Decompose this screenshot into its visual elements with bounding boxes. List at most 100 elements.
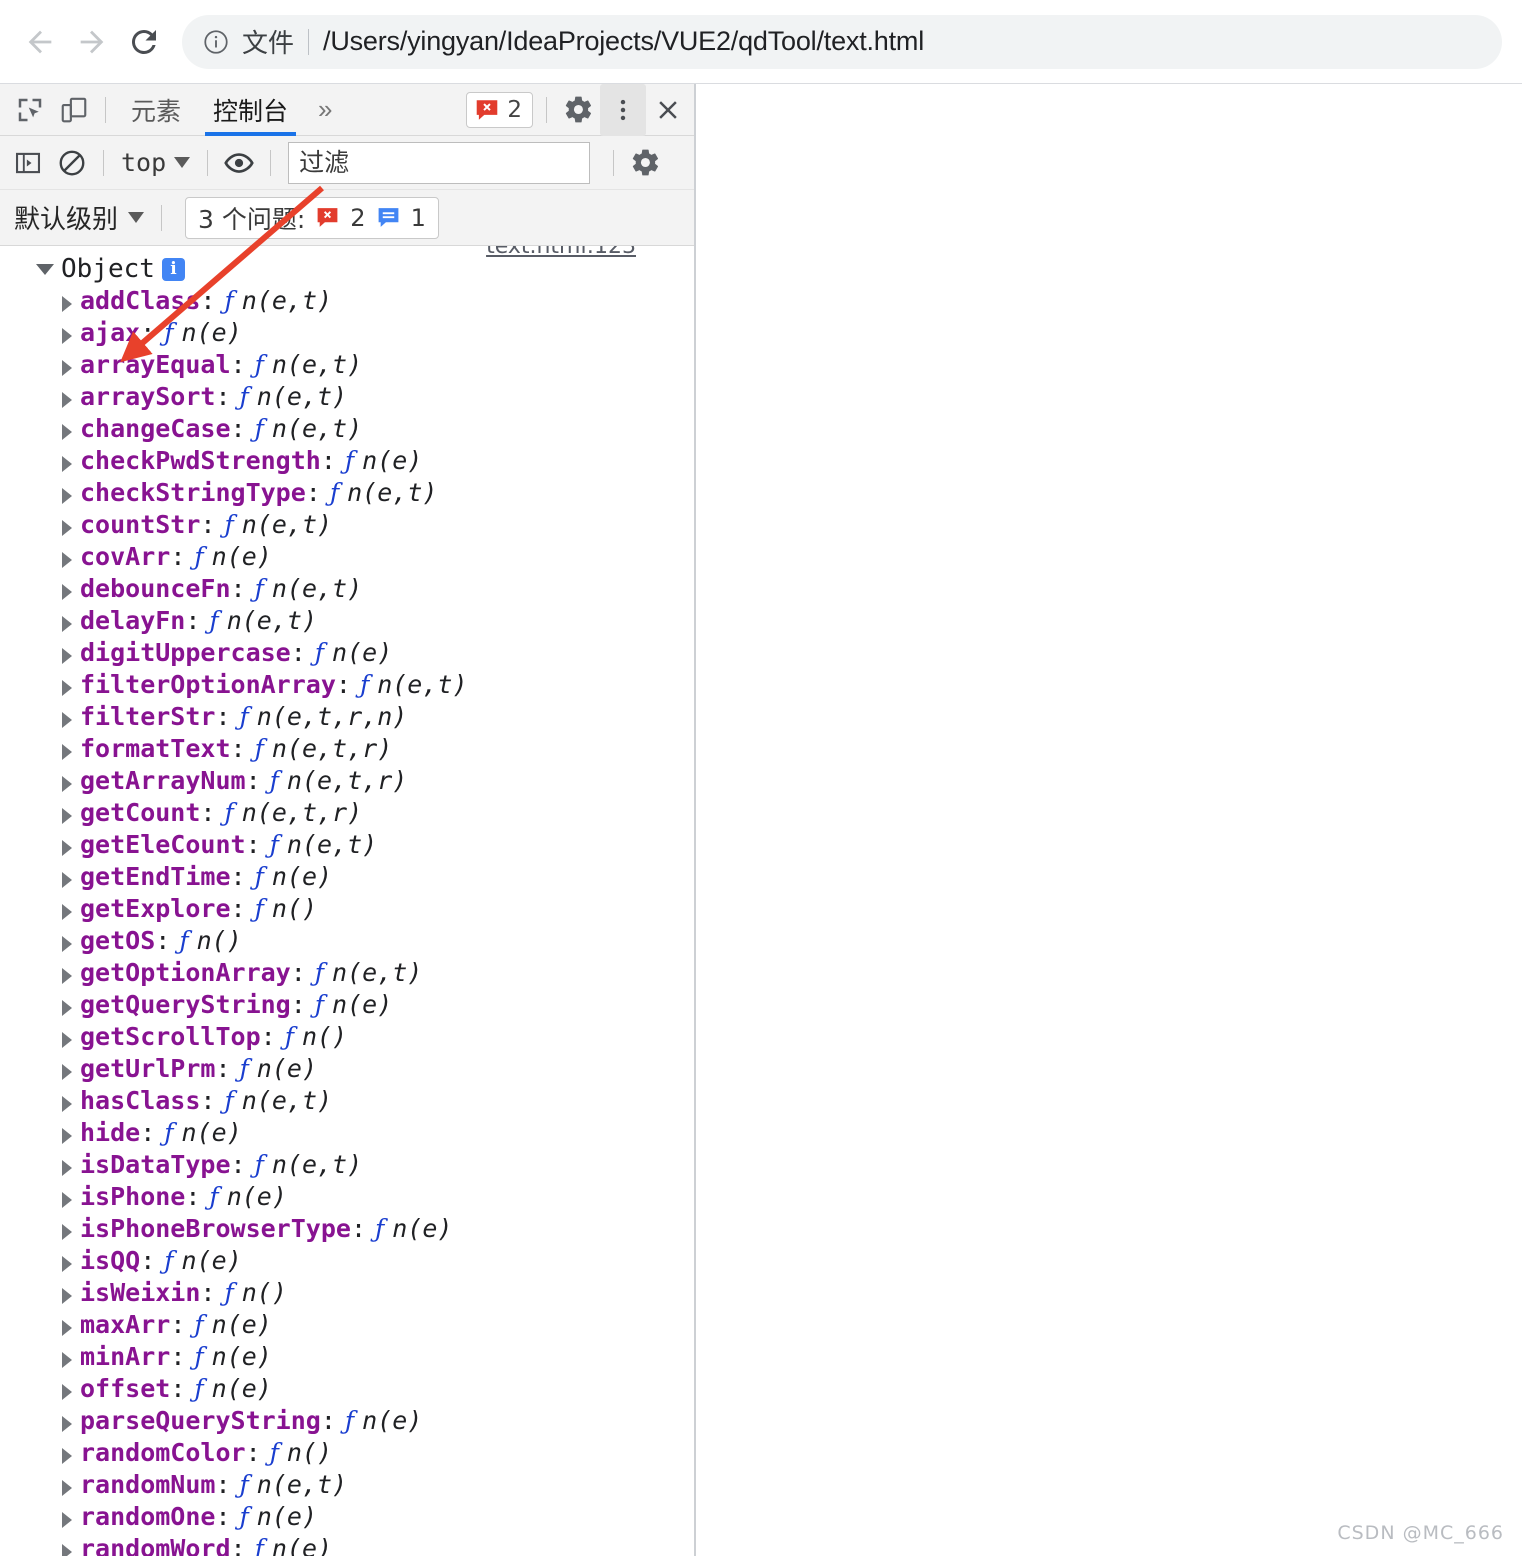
object-property-row[interactable]: formatText: ƒ n(e,t,r) <box>0 734 694 766</box>
object-property-row[interactable]: delayFn: ƒ n(e,t) <box>0 606 694 638</box>
error-count-badge[interactable]: 2 <box>466 91 533 128</box>
object-property-row[interactable]: digitUppercase: ƒ n(e) <box>0 638 694 670</box>
triangle-collapsed-icon[interactable] <box>62 648 72 664</box>
object-property-row[interactable]: getOS: ƒ n() <box>0 926 694 958</box>
tab-console[interactable]: 控制台 <box>197 84 304 136</box>
console-settings-button[interactable] <box>623 141 667 185</box>
triangle-collapsed-icon[interactable] <box>62 1544 72 1556</box>
object-property-row[interactable]: getEleCount: ƒ n(e,t) <box>0 830 694 862</box>
object-property-row[interactable]: arraySort: ƒ n(e,t) <box>0 382 694 414</box>
triangle-collapsed-icon[interactable] <box>62 712 72 728</box>
object-property-row[interactable]: checkStringType: ƒ n(e,t) <box>0 478 694 510</box>
object-property-row[interactable]: getQueryString: ƒ n(e) <box>0 990 694 1022</box>
triangle-collapsed-icon[interactable] <box>62 872 72 888</box>
object-property-row[interactable]: minArr: ƒ n(e) <box>0 1342 694 1374</box>
triangle-collapsed-icon[interactable] <box>62 488 72 504</box>
object-property-row[interactable]: getArrayNum: ƒ n(e,t,r) <box>0 766 694 798</box>
triangle-collapsed-icon[interactable] <box>62 808 72 824</box>
triangle-collapsed-icon[interactable] <box>62 1416 72 1432</box>
triangle-collapsed-icon[interactable] <box>62 1160 72 1176</box>
back-button[interactable] <box>14 16 66 68</box>
triangle-collapsed-icon[interactable] <box>62 328 72 344</box>
triangle-collapsed-icon[interactable] <box>62 1096 72 1112</box>
object-property-row[interactable]: randomNum: ƒ n(e,t) <box>0 1470 694 1502</box>
object-property-row[interactable]: getExplore: ƒ n() <box>0 894 694 926</box>
console-filter-input[interactable] <box>288 141 591 184</box>
object-property-row[interactable]: countStr: ƒ n(e,t) <box>0 510 694 542</box>
info-icon[interactable]: i <box>161 257 185 281</box>
triangle-collapsed-icon[interactable] <box>62 680 72 696</box>
object-property-row[interactable]: getCount: ƒ n(e,t,r) <box>0 798 694 830</box>
triangle-collapsed-icon[interactable] <box>62 1512 72 1528</box>
console-output-area[interactable]: text.html:123 Object i addClass: ƒ n(e,t) a… <box>0 246 694 1556</box>
object-property-row[interactable]: getEndTime: ƒ n(e) <box>0 862 694 894</box>
triangle-collapsed-icon[interactable] <box>62 520 72 536</box>
triangle-collapsed-icon[interactable] <box>62 1032 72 1048</box>
object-property-row[interactable]: parseQueryString: ƒ n(e) <box>0 1406 694 1438</box>
devtools-settings-button[interactable] <box>556 88 600 132</box>
address-bar[interactable]: 文件 /Users/yingyan/IdeaProjects/VUE2/qdTo… <box>182 14 1502 69</box>
object-property-row[interactable]: getOptionArray: ƒ n(e,t) <box>0 958 694 990</box>
object-property-row[interactable]: filterOptionArray: ƒ n(e,t) <box>0 670 694 702</box>
object-property-row[interactable]: randomColor: ƒ n() <box>0 1438 694 1470</box>
execution-context-selector[interactable]: top <box>113 148 198 177</box>
log-level-selector[interactable]: 默认级别 <box>6 199 152 236</box>
triangle-collapsed-icon[interactable] <box>62 1192 72 1208</box>
object-property-row[interactable]: ajax: ƒ n(e) <box>0 318 694 350</box>
object-property-row[interactable]: getScrollTop: ƒ n() <box>0 1022 694 1054</box>
triangle-collapsed-icon[interactable] <box>62 1064 72 1080</box>
object-property-row[interactable]: randomWord: ƒ n(e) <box>0 1534 694 1556</box>
more-tabs-button[interactable]: » <box>304 84 346 136</box>
issues-summary-bar[interactable]: 3 个问题: 2 1 <box>185 196 439 239</box>
triangle-collapsed-icon[interactable] <box>62 1000 72 1016</box>
object-property-row[interactable]: addClass: ƒ n(e,t) <box>0 286 694 318</box>
triangle-collapsed-icon[interactable] <box>62 296 72 312</box>
object-property-row[interactable]: offset: ƒ n(e) <box>0 1374 694 1406</box>
triangle-collapsed-icon[interactable] <box>62 1224 72 1240</box>
triangle-collapsed-icon[interactable] <box>62 1288 72 1304</box>
triangle-collapsed-icon[interactable] <box>62 744 72 760</box>
triangle-collapsed-icon[interactable] <box>62 1128 72 1144</box>
triangle-collapsed-icon[interactable] <box>62 1448 72 1464</box>
console-sidebar-button[interactable] <box>6 141 50 185</box>
triangle-collapsed-icon[interactable] <box>62 392 72 408</box>
object-property-row[interactable]: hasClass: ƒ n(e,t) <box>0 1086 694 1118</box>
object-property-row[interactable]: checkPwdStrength: ƒ n(e) <box>0 446 694 478</box>
object-property-row[interactable]: isWeixin: ƒ n() <box>0 1278 694 1310</box>
object-property-row[interactable]: getUrlPrm: ƒ n(e) <box>0 1054 694 1086</box>
device-toolbar-button[interactable] <box>52 88 96 132</box>
triangle-collapsed-icon[interactable] <box>62 456 72 472</box>
tab-elements[interactable]: 元素 <box>115 84 197 136</box>
triangle-collapsed-icon[interactable] <box>62 776 72 792</box>
object-property-row[interactable]: isQQ: ƒ n(e) <box>0 1246 694 1278</box>
triangle-collapsed-icon[interactable] <box>62 904 72 920</box>
triangle-collapsed-icon[interactable] <box>62 552 72 568</box>
object-property-row[interactable]: isPhoneBrowserType: ƒ n(e) <box>0 1214 694 1246</box>
object-property-row[interactable]: randomOne: ƒ n(e) <box>0 1502 694 1534</box>
console-message-source-link[interactable]: text.html:123 <box>486 246 636 259</box>
object-property-row[interactable]: covArr: ƒ n(e) <box>0 542 694 574</box>
inspect-element-button[interactable] <box>8 88 52 132</box>
triangle-collapsed-icon[interactable] <box>62 1256 72 1272</box>
triangle-collapsed-icon[interactable] <box>62 1480 72 1496</box>
object-property-row[interactable]: maxArr: ƒ n(e) <box>0 1310 694 1342</box>
reload-button[interactable] <box>118 16 170 68</box>
object-property-row[interactable]: isPhone: ƒ n(e) <box>0 1182 694 1214</box>
devtools-close-button[interactable] <box>646 88 690 132</box>
live-expression-button[interactable] <box>217 141 261 185</box>
triangle-collapsed-icon[interactable] <box>62 616 72 632</box>
object-property-row[interactable]: hide: ƒ n(e) <box>0 1118 694 1150</box>
triangle-collapsed-icon[interactable] <box>62 968 72 984</box>
object-property-row[interactable]: debounceFn: ƒ n(e,t) <box>0 574 694 606</box>
devtools-more-options-button[interactable] <box>600 84 646 136</box>
triangle-collapsed-icon[interactable] <box>62 1320 72 1336</box>
object-property-row[interactable]: arrayEqual: ƒ n(e,t) <box>0 350 694 382</box>
triangle-collapsed-icon[interactable] <box>62 584 72 600</box>
info-circle-icon[interactable] <box>202 28 230 56</box>
object-property-row[interactable]: changeCase: ƒ n(e,t) <box>0 414 694 446</box>
forward-button[interactable] <box>66 16 118 68</box>
triangle-collapsed-icon[interactable] <box>62 360 72 376</box>
triangle-collapsed-icon[interactable] <box>62 936 72 952</box>
object-property-row[interactable]: filterStr: ƒ n(e,t,r,n) <box>0 702 694 734</box>
triangle-collapsed-icon[interactable] <box>62 1352 72 1368</box>
